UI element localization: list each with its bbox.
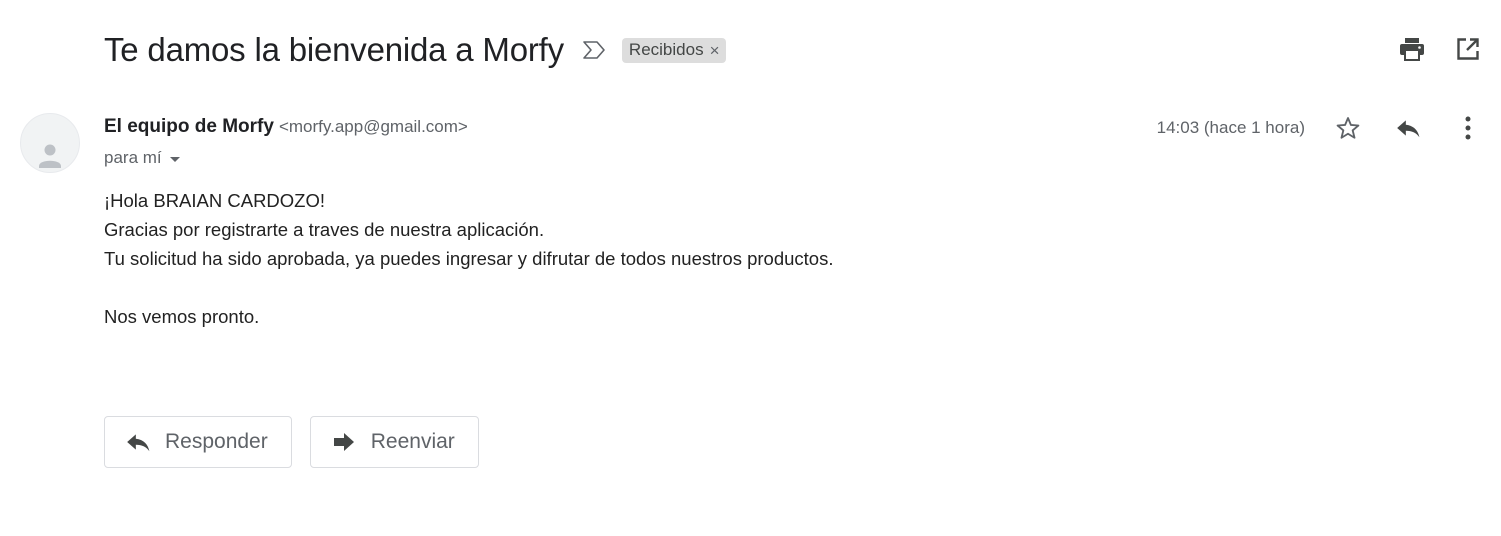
importance-marker-icon[interactable] <box>582 38 606 62</box>
recipient-label: para mí <box>104 148 162 167</box>
forward-button[interactable]: Reenviar <box>309 416 479 468</box>
message-timestamp: 14:03 (hace 1 hora) <box>1156 118 1305 137</box>
message-meta: 14:03 (hace 1 hora) <box>1157 112 1481 144</box>
star-outline-icon[interactable] <box>1335 115 1361 141</box>
recipient-details-toggle[interactable]: para mí <box>104 148 180 168</box>
more-vert-icon[interactable] <box>1455 115 1481 141</box>
body-line: Gracias por registrarte a traves de nues… <box>104 219 545 240</box>
body-greeting: ¡Hola BRAIAN CARDOZO! <box>104 190 326 211</box>
email-subject: Te damos la bienvenida a Morfy <box>104 31 564 68</box>
sender-line: El equipo de Morfy <morfy.app@gmail.com> <box>104 116 468 138</box>
default-avatar-icon <box>39 144 61 168</box>
reply-icon <box>125 429 151 455</box>
print-icon[interactable] <box>1399 36 1425 62</box>
body-line: Tu solicitud ha sido aprobada, ya puedes… <box>104 248 834 269</box>
email-view: Te damos la bienvenida a Morfy Recibidos… <box>0 0 1501 536</box>
subject-row: Te damos la bienvenida a Morfy Recibidos… <box>104 28 726 72</box>
thread-actions <box>1399 36 1481 62</box>
sender-email: <morfy.app@gmail.com> <box>278 117 468 136</box>
label-chip-recibidos[interactable]: Recibidos × <box>621 37 726 63</box>
forward-icon <box>331 429 357 455</box>
chevron-down-icon <box>169 156 180 162</box>
body-closing: Nos vemos pronto. <box>104 306 260 327</box>
reply-button[interactable]: Responder <box>104 416 292 468</box>
message-actions: Responder Reenviar <box>104 416 479 468</box>
sender-name[interactable]: El equipo de Morfy <box>104 116 274 138</box>
reply-button-label: Responder <box>165 430 268 453</box>
reply-icon[interactable] <box>1395 115 1421 141</box>
sender-avatar[interactable] <box>20 113 80 173</box>
body-blank-line <box>104 273 833 302</box>
open-in-new-window-icon[interactable] <box>1455 36 1481 62</box>
forward-button-label: Reenviar <box>370 430 455 453</box>
label-chip-text: Recibidos <box>628 40 704 59</box>
label-remove-button[interactable]: × <box>710 42 720 59</box>
message-body: ¡Hola BRAIAN CARDOZO! Gracias por regist… <box>104 186 833 331</box>
